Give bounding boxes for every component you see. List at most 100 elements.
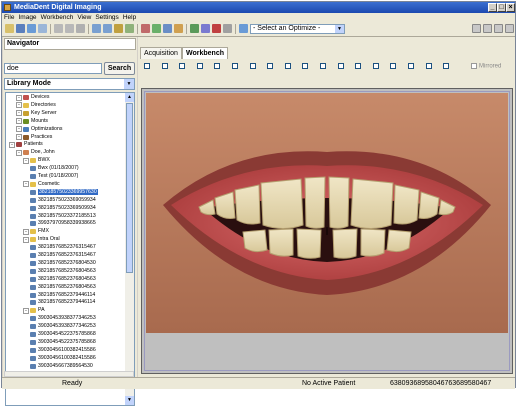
layout-checkbox[interactable]: [196, 63, 203, 69]
tree-item-directories[interactable]: − Directories: [16, 102, 56, 109]
brightness-icon[interactable]: [152, 24, 161, 33]
layout-4-icon[interactable]: [494, 24, 503, 33]
tree-item-fmx[interactable]: − FMX: [23, 228, 49, 235]
tree-image-item[interactable]: 39030453938377346253: [30, 315, 96, 322]
menu-help[interactable]: Help: [121, 13, 138, 22]
layout-checkbox[interactable]: [249, 63, 256, 69]
tree-image-item[interactable]: 39030454522375785868: [30, 339, 96, 346]
close-button[interactable]: ×: [506, 3, 515, 12]
navigator-header[interactable]: Navigator: [4, 38, 136, 50]
tree-image-item[interactable]: 39937970958339938665: [30, 220, 96, 227]
tree-vertical-scrollbar[interactable]: ▲ ▼: [125, 93, 134, 405]
flip-icon[interactable]: [125, 24, 134, 33]
tree-item-bwx[interactable]: − BWX: [23, 157, 50, 164]
tab-workbench[interactable]: Workbench: [182, 47, 228, 59]
tab-acquisition[interactable]: Acquisition: [140, 47, 182, 59]
expander-icon[interactable]: −: [16, 134, 22, 140]
settings-icon[interactable]: [201, 24, 210, 33]
expander-icon[interactable]: −: [23, 236, 29, 243]
tree-image-item[interactable]: 38218575023369509934: [30, 205, 96, 212]
tree-image-item[interactable]: Bwx (01/18/2007): [30, 165, 79, 172]
tree-item-key-server[interactable]: − Key Server: [16, 110, 57, 117]
menu-image[interactable]: Image: [16, 13, 38, 22]
mirrored-option[interactable]: Mirrored: [471, 63, 501, 70]
layout-checkbox[interactable]: [144, 63, 150, 69]
tree-image-item[interactable]: 39030456100382415586: [30, 347, 96, 354]
layout-1-icon[interactable]: [472, 24, 481, 33]
tree-image-item[interactable]: 38218576852376315467: [30, 252, 96, 259]
tree-image-item[interactable]: 38218576852376804563: [30, 284, 96, 291]
tree-item-patients[interactable]: − Patients: [9, 141, 43, 148]
tree-item-devices[interactable]: − Devices: [16, 94, 49, 101]
tree-item-cosmetic[interactable]: − Cosmetic: [23, 181, 60, 188]
contrast-icon[interactable]: [163, 24, 172, 33]
layout-2-icon[interactable]: [483, 24, 492, 33]
search-button[interactable]: Search: [104, 62, 135, 75]
measure-icon[interactable]: [114, 24, 123, 33]
tree-image-item[interactable]: 38218576852376804563: [30, 276, 96, 283]
color-icon[interactable]: [174, 24, 183, 33]
annotate-icon[interactable]: [141, 24, 150, 33]
info-icon[interactable]: [223, 24, 232, 33]
layout-checkbox[interactable]: [232, 63, 238, 69]
maximize-button[interactable]: □: [497, 3, 506, 12]
layout-checkbox[interactable]: [179, 63, 186, 69]
layout-checkbox[interactable]: [390, 63, 397, 69]
expander-icon[interactable]: −: [23, 157, 29, 164]
layout-checkbox[interactable]: [161, 63, 168, 69]
tree-image-item[interactable]: 38218576852379446114: [30, 292, 95, 299]
tree-image-item[interactable]: 38218576852379446114: [30, 299, 95, 306]
zoom-out-icon[interactable]: [103, 24, 112, 33]
tree-image-item[interactable]: 39030453938377346253: [30, 323, 96, 330]
filter-icon[interactable]: [212, 24, 221, 33]
tree-item-intra-oral[interactable]: − Intra Oral: [23, 236, 60, 243]
tree-item-pa[interactable]: − PA: [23, 307, 45, 314]
layout-checkbox[interactable]: [302, 63, 309, 69]
layout-checkbox[interactable]: [408, 63, 414, 69]
copy-icon[interactable]: [38, 24, 47, 33]
expander-icon[interactable]: −: [9, 141, 15, 148]
layout-checkbox[interactable]: [284, 63, 291, 69]
expander-icon[interactable]: −: [23, 307, 29, 314]
tree-image-item[interactable]: 38218575023372185513: [30, 213, 96, 220]
optimize-select[interactable]: - Select an Optimize - ▼: [250, 24, 345, 34]
layout-grid-icon[interactable]: [505, 24, 514, 33]
layout-checkbox[interactable]: [372, 63, 379, 69]
expander-icon[interactable]: −: [16, 102, 22, 109]
tree-image-item[interactable]: 3903045667389564530: [30, 363, 93, 370]
library-mode-select[interactable]: Library Mode ▼: [4, 78, 135, 90]
expander-icon[interactable]: −: [16, 149, 22, 156]
tree-item-optimizations[interactable]: − Optimizations: [16, 126, 62, 133]
minimize-button[interactable]: _: [488, 3, 497, 12]
expander-icon[interactable]: −: [23, 228, 29, 235]
undo-icon[interactable]: [54, 24, 63, 33]
scroll-up-icon[interactable]: ▲: [125, 93, 134, 102]
tree-image-item[interactable]: 38218575023369059934: [30, 197, 96, 204]
layout-checkbox[interactable]: [214, 63, 221, 69]
search-input[interactable]: doe: [4, 63, 102, 74]
tree-image-item[interactable]: 38218576852376804563: [30, 268, 96, 275]
rotate-icon[interactable]: [76, 24, 85, 33]
expander-icon[interactable]: −: [16, 126, 22, 133]
print-icon[interactable]: [27, 24, 36, 33]
layout-checkbox[interactable]: [425, 63, 432, 69]
scroll-down-icon[interactable]: ▼: [125, 396, 134, 405]
save-icon[interactable]: [16, 24, 25, 33]
layout-checkbox[interactable]: [267, 63, 274, 69]
expander-icon[interactable]: −: [16, 94, 22, 101]
tree-image-item[interactable]: Test (01/18/2007): [30, 173, 78, 180]
redo-icon[interactable]: [65, 24, 74, 33]
tree-item-doe-john[interactable]: − Doe, John: [16, 149, 55, 156]
layout-checkbox[interactable]: [337, 63, 344, 69]
menu-file[interactable]: File: [2, 13, 16, 22]
tools-icon[interactable]: [190, 24, 199, 33]
layout-checkbox[interactable]: [443, 63, 450, 69]
zoom-in-icon[interactable]: [92, 24, 101, 33]
tree-image-item[interactable]: 38218576852376315467: [30, 244, 96, 251]
menu-view[interactable]: View: [75, 13, 93, 22]
image-canvas[interactable]: [141, 88, 513, 374]
layout-checkbox[interactable]: [320, 63, 326, 69]
expander-icon[interactable]: −: [23, 181, 29, 188]
tree-item-practices[interactable]: − Practices: [16, 134, 52, 141]
menu-workbench[interactable]: Workbench: [39, 13, 76, 22]
